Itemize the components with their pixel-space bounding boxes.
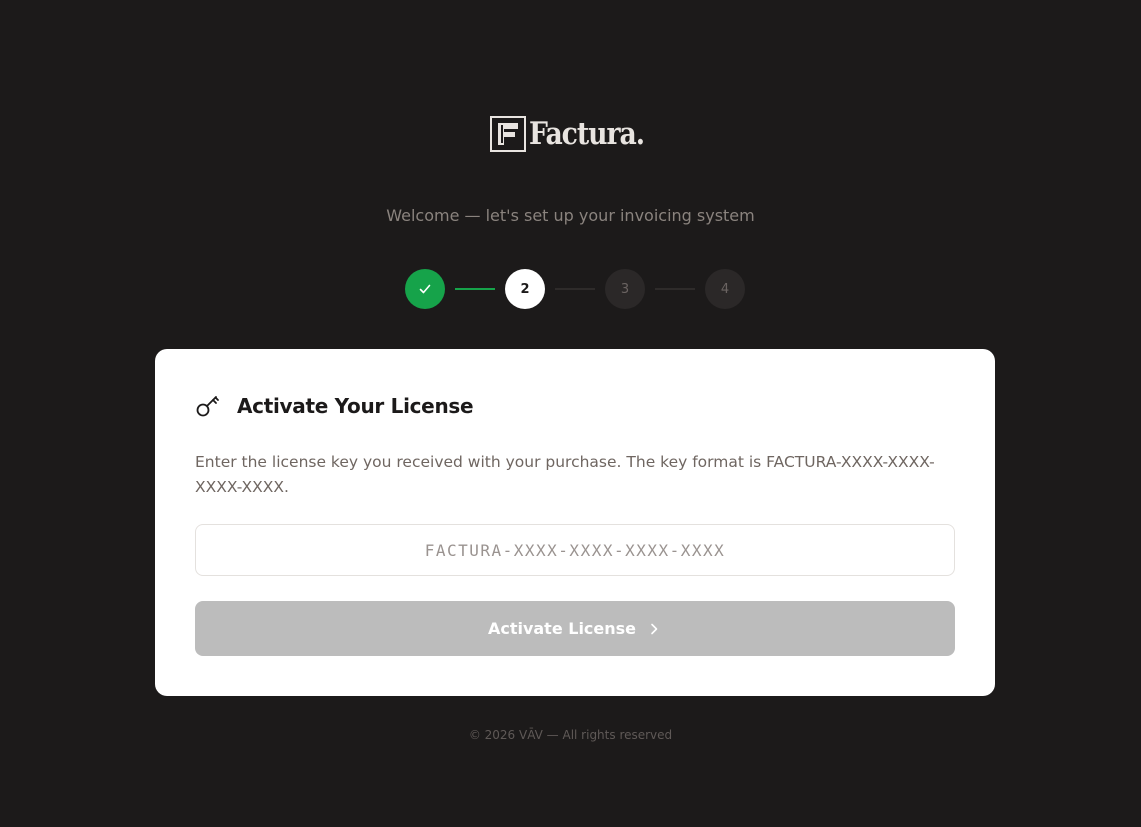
chevron-right-icon xyxy=(651,623,658,634)
check-icon xyxy=(419,284,431,294)
brand-logo: Factura. xyxy=(0,116,1141,152)
card-description: Enter the license key you received with … xyxy=(195,453,935,496)
card-header: Activate Your License xyxy=(195,393,474,419)
brand-name: Factura. xyxy=(529,115,645,152)
setup-page: Factura. Welcome — let's set up your inv… xyxy=(0,0,1141,827)
license-card: Activate Your License Enter the license … xyxy=(155,349,995,696)
step-3-pending: 3 xyxy=(605,269,645,309)
step-1-completed xyxy=(405,269,445,309)
license-key-input[interactable] xyxy=(195,524,955,576)
step-connector-3 xyxy=(655,288,695,290)
step-connector-1 xyxy=(455,288,495,290)
step-connector-2 xyxy=(555,288,595,290)
key-icon xyxy=(196,396,219,417)
footer-copyright: © 2026 VĀV — All rights reserved xyxy=(468,728,673,742)
step-2-current: 2 xyxy=(505,269,545,309)
activate-license-button[interactable]: Activate License xyxy=(195,601,955,656)
factura-logo-icon xyxy=(490,116,527,152)
setup-stepper: 2 3 4 xyxy=(405,269,745,309)
welcome-subtitle: Welcome — let's set up your invoicing sy… xyxy=(386,206,755,225)
card-title: Activate Your License xyxy=(237,394,474,418)
step-4-pending: 4 xyxy=(705,269,745,309)
activate-license-label: Activate License xyxy=(487,619,637,638)
